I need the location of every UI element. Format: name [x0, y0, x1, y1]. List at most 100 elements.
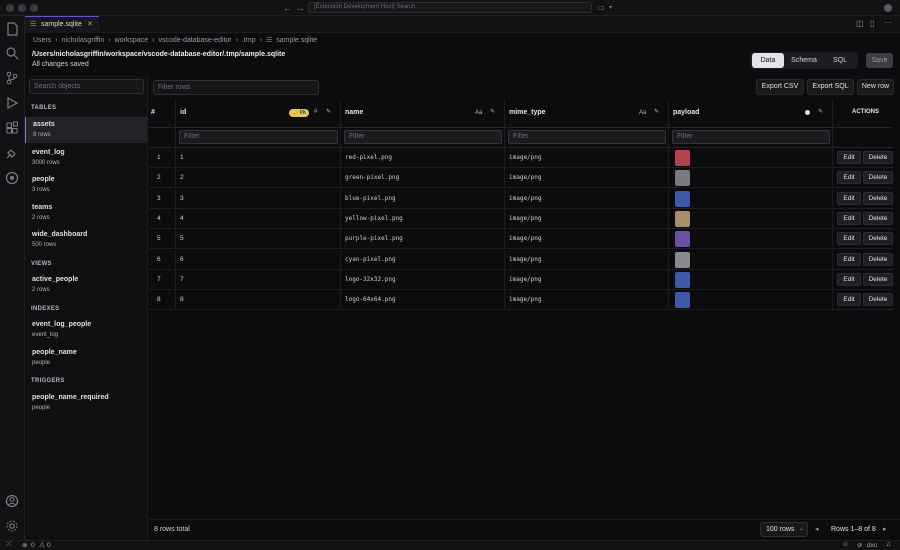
payload-preview[interactable]	[675, 292, 690, 309]
account-icon[interactable]	[884, 4, 892, 12]
next-page-icon[interactable]: ▸	[883, 525, 887, 533]
close-icon[interactable]: ✕	[87, 17, 93, 33]
name-cell[interactable]: red-pixel.png	[341, 148, 505, 168]
payload-preview[interactable]	[675, 231, 690, 248]
delete-row-button[interactable]: Delete	[863, 211, 893, 225]
page-size-select[interactable]: 100 rows ⌄	[760, 522, 808, 537]
edit-row-button[interactable]: Edit	[837, 191, 861, 205]
column-header-name[interactable]: name Aa ✎	[341, 99, 505, 128]
table-row[interactable]: 5 5 purple-pixel.png image/png Edit Delete	[149, 229, 893, 250]
edit-column-icon[interactable]: ✎	[654, 108, 659, 115]
errors-icon[interactable]: ⊗	[22, 541, 27, 549]
column-filter-id[interactable]: Filter	[179, 130, 338, 144]
command-search-box[interactable]: [Extension Development Host] Search	[308, 2, 592, 13]
warnings-icon[interactable]: ⚠	[39, 541, 45, 549]
back-arrow-icon[interactable]: ←	[283, 0, 292, 16]
column-header-payload[interactable]: payload ✎	[669, 99, 833, 128]
name-cell[interactable]: logo-32x32.png	[341, 269, 505, 290]
testing-icon[interactable]	[5, 146, 19, 160]
minimize-window-button[interactable]	[18, 4, 26, 12]
delete-row-button[interactable]: Delete	[863, 232, 893, 246]
table-row[interactable]: 8 8 logo-64x64.png image/png Edit Delete	[149, 290, 893, 311]
payload-preview[interactable]	[675, 170, 690, 187]
edit-column-icon[interactable]: ✎	[326, 108, 331, 115]
payload-cell[interactable]	[669, 229, 833, 250]
name-cell[interactable]: blue-pixel.png	[341, 188, 505, 209]
export-sql-button[interactable]: Export SQL	[807, 79, 854, 95]
mime-type-cell[interactable]: image/png	[505, 168, 669, 189]
column-filter-mime-type[interactable]: Filter	[508, 130, 666, 144]
table-row[interactable]: 4 4 yellow-pixel.png image/png Edit Delete	[149, 208, 893, 229]
copilot-icon[interactable]: ▭	[597, 0, 605, 16]
close-window-button[interactable]	[6, 4, 14, 12]
edit-row-button[interactable]: Edit	[837, 151, 861, 164]
delete-row-button[interactable]: Delete	[863, 171, 893, 185]
forward-arrow-icon[interactable]: →	[296, 0, 305, 16]
edit-column-icon[interactable]: ✎	[818, 108, 823, 115]
table-row[interactable]: 2 2 green-pixel.png image/png Edit Delete	[149, 168, 893, 189]
delete-row-button[interactable]: Delete	[863, 252, 893, 266]
id-cell[interactable]: 5	[176, 229, 341, 250]
mime-type-cell[interactable]: image/png	[505, 229, 669, 250]
id-cell[interactable]: 1	[176, 148, 341, 168]
mime-type-cell[interactable]: image/png	[505, 290, 669, 311]
mime-type-cell[interactable]: image/png	[505, 249, 669, 270]
edit-row-button[interactable]: Edit	[837, 211, 861, 225]
search-icon[interactable]	[5, 46, 19, 60]
source-control-icon[interactable]	[5, 71, 19, 85]
mime-type-cell[interactable]: image/png	[505, 208, 669, 229]
payload-cell[interactable]	[669, 188, 833, 209]
id-cell[interactable]: 4	[176, 208, 341, 229]
edit-column-icon[interactable]: ✎	[490, 108, 495, 115]
table-row[interactable]: 1 1 red-pixel.png image/png Edit Delete	[149, 148, 893, 168]
extensions-icon[interactable]	[5, 121, 19, 135]
sidebar-item-assets[interactable]: assets 8 rows	[25, 117, 147, 143]
column-header-id[interactable]: id 🔑 PK # ✎	[176, 99, 341, 128]
sidebar-item-people[interactable]: people 3 rows	[25, 172, 147, 198]
payload-preview[interactable]	[675, 210, 690, 227]
editor-tab[interactable]: ☰ sample.sqlite ✕	[25, 16, 99, 33]
github-icon[interactable]	[5, 171, 19, 185]
sidebar-item-wide-dashboard[interactable]: wide_dashboard 500 rows	[25, 227, 147, 253]
breadcrumb-item[interactable]: nicholasgriffin	[62, 37, 105, 44]
sidebar-item-teams[interactable]: teams 2 rows	[25, 200, 147, 226]
copilot-status-icon[interactable]: ☺	[842, 541, 849, 548]
mime-type-cell[interactable]: image/png	[505, 148, 669, 168]
run-debug-icon[interactable]	[5, 96, 19, 110]
payload-preview[interactable]	[675, 190, 690, 207]
column-header-mime-type[interactable]: mime_type Aa ✎	[505, 99, 669, 128]
table-row[interactable]: 7 7 logo-32x32.png image/png Edit Delete	[149, 269, 893, 290]
name-cell[interactable]: yellow-pixel.png	[341, 208, 505, 229]
delete-row-button[interactable]: Delete	[863, 151, 893, 164]
split-editor-icon[interactable]: ◫	[856, 19, 864, 28]
tab-schema[interactable]: Schema	[786, 53, 822, 68]
id-cell[interactable]: 3	[176, 188, 341, 209]
id-cell[interactable]: 6	[176, 249, 341, 270]
name-cell[interactable]: purple-pixel.png	[341, 229, 505, 250]
breadcrumb-item[interactable]: .tmp	[242, 37, 256, 44]
payload-cell[interactable]	[669, 269, 833, 290]
tab-data[interactable]: Data	[752, 53, 784, 68]
name-cell[interactable]: logo-64x64.png	[341, 290, 505, 311]
sidebar-item-people-name[interactable]: people_name people	[25, 345, 147, 371]
mime-type-cell[interactable]: image/png	[505, 269, 669, 290]
payload-preview[interactable]	[675, 150, 690, 166]
payload-cell[interactable]	[669, 249, 833, 270]
mime-type-cell[interactable]: image/png	[505, 188, 669, 209]
export-csv-button[interactable]: Export CSV	[756, 79, 804, 95]
table-row[interactable]: 6 6 cyan-pixel.png image/png Edit Delete	[149, 249, 893, 270]
sidebar-item-event-log[interactable]: event_log 3000 rows	[25, 145, 147, 171]
layout-icon[interactable]: ▯	[870, 19, 874, 28]
previous-page-icon[interactable]: ◂	[815, 525, 819, 533]
column-filter-name[interactable]: Filter	[344, 130, 502, 144]
notifications-icon[interactable]: ♫	[886, 541, 891, 548]
breadcrumb-item[interactable]: sample.sqlite	[276, 37, 317, 44]
maximize-window-button[interactable]	[30, 4, 38, 12]
sidebar-item-active-people[interactable]: active_people 2 rows	[25, 272, 147, 298]
edit-row-button[interactable]: Edit	[837, 252, 861, 266]
edit-row-button[interactable]: Edit	[837, 171, 861, 185]
payload-cell[interactable]	[669, 290, 833, 311]
explorer-icon[interactable]	[5, 22, 19, 36]
no-sync-icon[interactable]: ⊘	[857, 541, 862, 549]
search-objects-input[interactable]: Search objects	[29, 79, 144, 94]
